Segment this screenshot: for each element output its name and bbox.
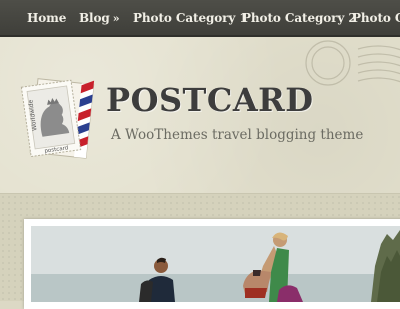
featured-photo[interactable]	[31, 226, 400, 302]
dropdown-arrow-icon: »	[112, 12, 120, 25]
nav-item-blog[interactable]: Blog»	[79, 11, 120, 25]
site-tagline: A WooThemes travel blogging theme	[111, 127, 364, 143]
content-area	[0, 193, 400, 309]
nav-item-photo-category-1[interactable]: Photo Category 1	[133, 11, 248, 25]
featured-photo-image	[31, 226, 400, 302]
featured-photo-frame	[24, 219, 400, 309]
main-navigation: Home Blog» Photo Category 1 Photo Catego…	[0, 0, 400, 37]
nav-item-home[interactable]: Home	[27, 11, 66, 25]
site-title[interactable]: POSTCARD	[106, 81, 314, 119]
postage-stamp-logo[interactable]: Worldwide postcard	[18, 73, 98, 163]
nav-item-photo-category-2[interactable]: Photo Category 2	[242, 11, 357, 25]
nav-item-photo-category-3[interactable]: Photo Category 3	[352, 11, 400, 25]
site-header: Worldwide postcard POSTCARD A WooThemes …	[0, 37, 400, 193]
